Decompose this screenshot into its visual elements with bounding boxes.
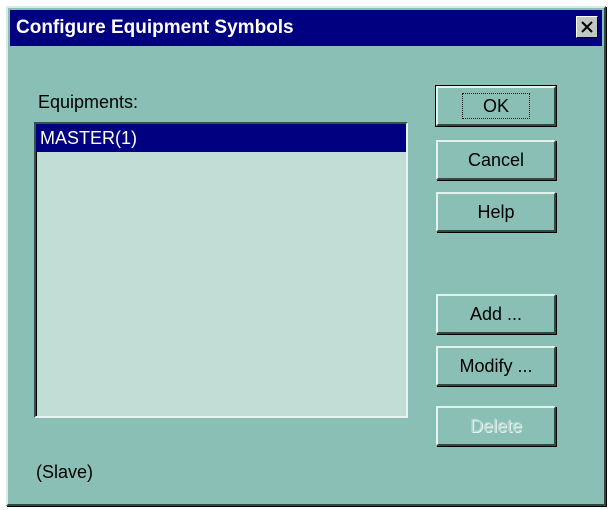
ok-button[interactable]: OK xyxy=(435,85,557,127)
list-item[interactable]: MASTER(1) xyxy=(36,124,406,152)
ok-button-label: OK xyxy=(461,93,530,119)
add-button[interactable]: Add ... xyxy=(436,294,556,334)
close-icon xyxy=(581,21,593,33)
modify-button[interactable]: Modify ... xyxy=(436,346,556,386)
window-title: Configure Equipment Symbols xyxy=(16,17,294,38)
help-button[interactable]: Help xyxy=(436,192,556,232)
equipments-label: Equipments: xyxy=(38,92,139,112)
equipments-listbox[interactable]: MASTER(1) xyxy=(34,122,408,418)
configure-equipment-symbols-dialog: Configure Equipment Symbols Equipments: … xyxy=(6,6,606,506)
status-text: (Slave) xyxy=(36,462,94,482)
cancel-button[interactable]: Cancel xyxy=(436,140,556,180)
delete-button: Delete xyxy=(436,406,556,446)
close-button[interactable] xyxy=(576,16,598,38)
title-bar[interactable]: Configure Equipment Symbols xyxy=(10,10,602,46)
